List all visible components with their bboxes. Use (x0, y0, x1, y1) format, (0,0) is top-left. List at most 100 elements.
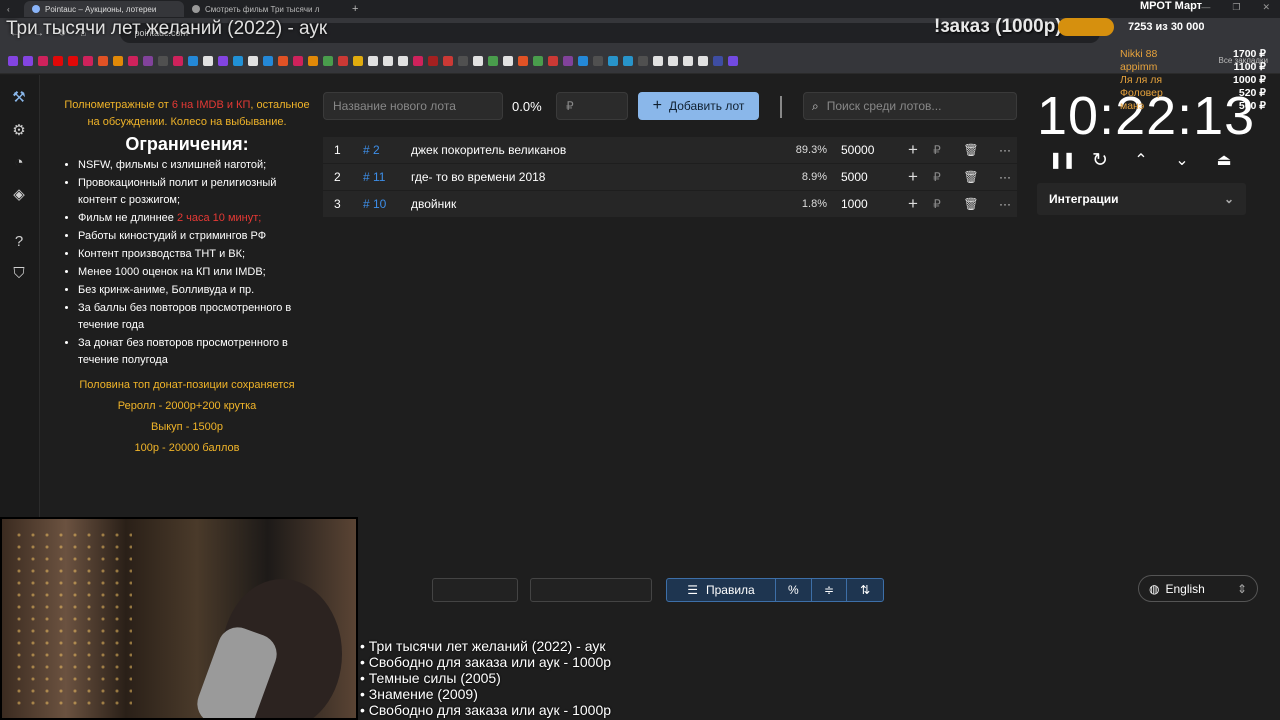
lot-name[interactable]: где- то во времени 2018 (411, 170, 781, 184)
lot-amount[interactable]: 5000 (827, 170, 901, 184)
maximize-icon[interactable]: ❐ (1232, 2, 1240, 13)
add-amount-icon[interactable]: + (901, 167, 925, 187)
bookmark-icon[interactable] (68, 55, 78, 66)
more-icon[interactable]: ··· (993, 143, 1017, 157)
lot-amount[interactable]: 1000 (827, 197, 901, 211)
timer-down-icon[interactable]: ⌄ (1172, 151, 1192, 171)
auction-hammer-icon[interactable]: ⚒ (10, 89, 28, 107)
lot-name[interactable]: джек покоритель великанов (411, 143, 781, 157)
close-icon[interactable]: ✕ (1262, 2, 1270, 13)
lot-name[interactable]: двойник (411, 197, 781, 211)
bookmark-icon[interactable] (323, 55, 333, 66)
bookmark-icon[interactable] (83, 55, 93, 66)
bookmark-icon[interactable] (128, 55, 138, 66)
bookmark-icon[interactable] (143, 55, 153, 66)
bookmark-icon[interactable] (293, 55, 303, 66)
bookmark-icon[interactable] (593, 55, 603, 66)
bookmark-icon[interactable] (308, 55, 318, 66)
bookmark-icon[interactable] (248, 55, 258, 66)
pause-icon[interactable]: ❚❚ (1049, 151, 1076, 171)
bookmark-icon[interactable] (278, 55, 288, 66)
bookmark-icon[interactable] (368, 55, 378, 66)
bookmark-icon[interactable] (578, 55, 588, 66)
bookmark-icon[interactable] (608, 55, 618, 66)
bookmark-icon[interactable] (203, 55, 213, 66)
bookmark-icon[interactable] (638, 55, 648, 66)
add-amount-icon[interactable]: + (901, 140, 925, 160)
delete-icon[interactable]: 🗑 (949, 170, 993, 184)
more-icon[interactable]: ··· (993, 170, 1017, 184)
bookmark-icon[interactable] (698, 55, 708, 66)
bookmark-icon[interactable] (113, 55, 123, 66)
bookmark-icon[interactable] (8, 55, 18, 66)
tab-back[interactable]: ‹ (0, 1, 24, 17)
lot-amount[interactable]: 50000 (827, 143, 901, 157)
help-icon[interactable]: ? (10, 233, 28, 251)
language-select[interactable]: ◍ English ⇕ (1138, 575, 1258, 602)
bookmark-icon[interactable] (488, 55, 498, 66)
bookmark-icon[interactable] (233, 55, 243, 66)
lot-row[interactable]: 3 # 10 двойник 1.8% 1000 + ₽ 🗑 ··· (323, 191, 1017, 217)
lot-row[interactable]: 2 # 11 где- то во времени 2018 8.9% 5000… (323, 164, 1017, 190)
integrations-accordion[interactable]: Интеграции ⌄ (1037, 183, 1246, 215)
bookmark-icon[interactable] (458, 55, 468, 66)
reset-icon[interactable]: ↻ (1090, 151, 1110, 171)
bookmark-icon[interactable] (713, 55, 723, 66)
wheel-chart-icon[interactable]: ◔ (10, 154, 28, 172)
minimize-icon[interactable]: — (1201, 2, 1210, 13)
bookmark-icon[interactable] (503, 55, 513, 66)
settings-gear-icon[interactable]: ⚙ (10, 122, 28, 140)
bookmark-icon[interactable] (338, 55, 348, 66)
bookmark-icon[interactable] (398, 55, 408, 66)
add-lot-button[interactable]: + Добавить лот (638, 92, 759, 120)
bookmark-icon[interactable] (353, 55, 363, 66)
search-lots-input[interactable]: ⌕ Поиск среди лотов... (803, 92, 1017, 120)
bookmark-icon[interactable] (23, 55, 33, 66)
bookmark-icon[interactable] (623, 55, 633, 66)
lot-id[interactable]: # 10 (353, 197, 411, 211)
delete-icon[interactable]: 🗑 (949, 197, 993, 211)
currency-icon[interactable]: ₽ (925, 143, 949, 157)
bookmark-icon[interactable] (668, 55, 678, 66)
bookmark-icon[interactable] (683, 55, 693, 66)
bookmark-icon[interactable] (263, 55, 273, 66)
bookmark-icon[interactable] (533, 55, 543, 66)
timer-max-icon[interactable]: ⏏ (1214, 151, 1234, 171)
tab-movie[interactable]: Смотреть фильм Три тысячи л (184, 1, 344, 17)
bookmark-icon[interactable] (443, 55, 453, 66)
bookmark-icon[interactable] (188, 55, 198, 66)
currency-icon[interactable]: ₽ (925, 197, 949, 211)
tab-pointauc[interactable]: Pointauc – Аукционы, лотереи (24, 1, 184, 17)
bookmark-icon[interactable] (473, 55, 483, 66)
percent-toggle[interactable]: % (776, 579, 812, 601)
bookmark-icon[interactable] (173, 55, 183, 66)
bookmark-icon[interactable] (98, 55, 108, 66)
rules-button[interactable]: ☰ Правила (667, 579, 776, 601)
bookmark-icon[interactable] (728, 55, 738, 66)
new-tab-button[interactable]: + (344, 3, 366, 15)
bookmark-icon[interactable] (428, 55, 438, 66)
bookmark-icon[interactable] (218, 55, 228, 66)
lot-row[interactable]: 1 # 2 джек покоритель великанов 89.3% 50… (323, 137, 1017, 163)
more-icon[interactable]: ··· (993, 197, 1017, 211)
bookmark-icon[interactable] (38, 55, 48, 66)
new-lot-input[interactable]: Название нового лота (323, 92, 503, 120)
layers-icon[interactable]: ◈ (10, 186, 28, 204)
currency-icon[interactable]: ₽ (925, 170, 949, 184)
shield-check-icon[interactable]: ⛉ (10, 265, 28, 283)
timer-up-icon[interactable]: ⌃ (1131, 151, 1151, 171)
bookmark-icon[interactable] (653, 55, 663, 66)
add-amount-icon[interactable]: + (901, 194, 925, 214)
bookmark-icon[interactable] (563, 55, 573, 66)
new-lot-amount-input[interactable]: ₽ (556, 92, 628, 120)
bookmark-icon[interactable] (413, 55, 423, 66)
bookmark-icon[interactable] (518, 55, 528, 66)
bookmark-icon[interactable] (548, 55, 558, 66)
bookmark-icon[interactable] (383, 55, 393, 66)
delete-icon[interactable]: 🗑 (949, 143, 993, 157)
bookmark-icon[interactable] (158, 55, 168, 66)
lot-id[interactable]: # 11 (353, 170, 411, 184)
lot-id[interactable]: # 2 (353, 143, 411, 157)
bookmark-icon[interactable] (53, 55, 63, 66)
sort-toggle[interactable]: ⇅ (847, 579, 883, 601)
